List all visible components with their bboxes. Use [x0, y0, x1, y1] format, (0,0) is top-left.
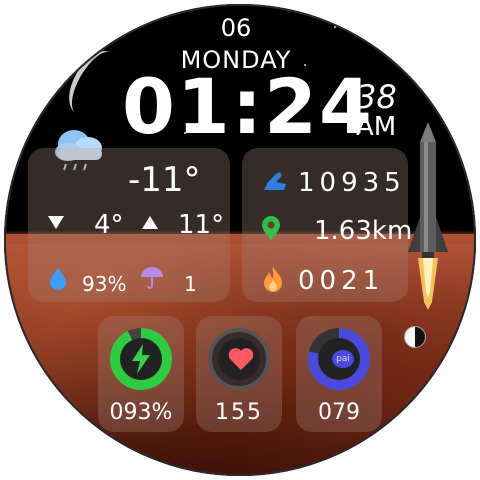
high-temperature: 11°: [178, 210, 225, 240]
calories-value: 0021: [298, 266, 385, 296]
low-temperature: 4°: [94, 210, 124, 240]
drop-icon: [50, 268, 66, 290]
date-day-number: 06: [220, 14, 252, 42]
battery-value: 093%: [109, 400, 173, 425]
up-arrow-icon: [142, 216, 158, 229]
heart-icon: [228, 348, 254, 370]
heart-rate-value: 155: [215, 400, 263, 425]
star: [414, 74, 416, 76]
uv-index-value: 1: [184, 272, 197, 296]
lightning-icon: [132, 344, 150, 374]
fire-icon: [264, 266, 282, 292]
distance-value: 1.63km: [314, 216, 413, 246]
time-seconds: 38: [356, 78, 397, 116]
current-temperature: -11°: [128, 160, 201, 200]
location-pin-icon: [262, 216, 280, 240]
pai-icon: pai: [332, 350, 354, 368]
steps-value: 10935: [298, 168, 406, 198]
umbrella-icon: [141, 267, 163, 289]
pai-value: 079: [318, 400, 360, 425]
humidity-value: 93%: [82, 272, 127, 296]
down-arrow-icon: [48, 216, 64, 229]
shoe-icon: [264, 172, 286, 190]
time-hours-minutes: 01:24: [122, 62, 374, 151]
rocket-icon: [408, 122, 448, 310]
time-ampm: AM: [356, 112, 397, 142]
moon-phase-icon: [404, 326, 426, 348]
